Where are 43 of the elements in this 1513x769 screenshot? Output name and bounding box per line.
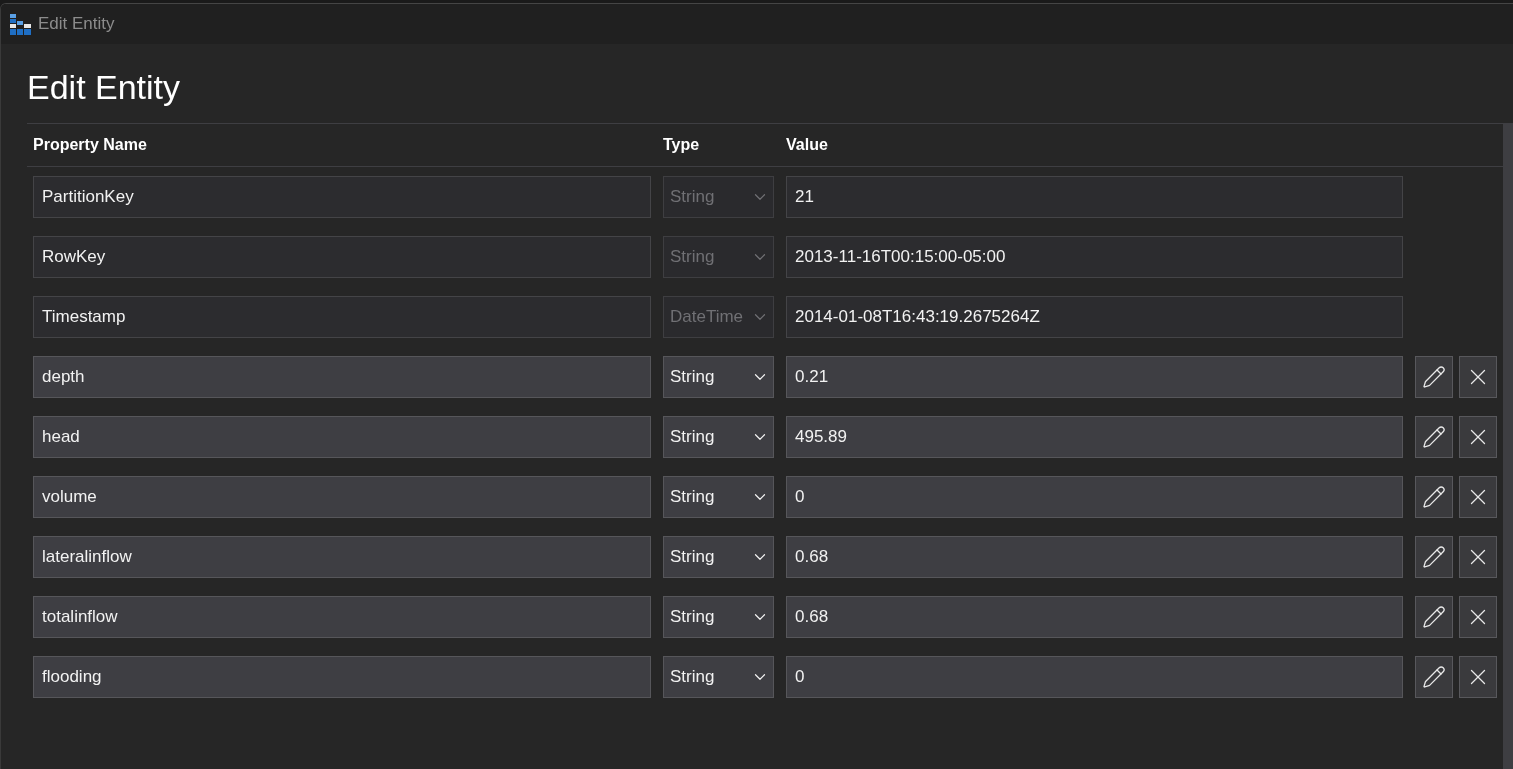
value-field[interactable]: 0.21 (786, 356, 1403, 398)
window-title: Edit Entity (38, 14, 115, 34)
delete-button[interactable] (1459, 596, 1497, 638)
edit-button[interactable] (1415, 356, 1453, 398)
value-field[interactable]: 0.68 (786, 536, 1403, 578)
type-dropdown[interactable]: String (663, 596, 774, 638)
delete-button[interactable] (1459, 476, 1497, 518)
type-dropdown[interactable]: String (663, 476, 774, 518)
type-dropdown[interactable]: String (663, 416, 774, 458)
type-dropdown[interactable]: String (663, 356, 774, 398)
column-header: Value (786, 136, 829, 154)
scrollbar[interactable] (1503, 124, 1513, 769)
edit-button[interactable] (1415, 416, 1453, 458)
value-field[interactable]: 0 (786, 476, 1403, 518)
pencil-icon (1422, 425, 1446, 449)
property-name-field[interactable]: volume (33, 476, 651, 518)
column-header: Property Name (33, 136, 148, 154)
value-field[interactable]: 0.68 (786, 596, 1403, 638)
edit-button[interactable] (1415, 596, 1453, 638)
column-header: Type (663, 136, 701, 154)
dialog-heading: Edit Entity (27, 67, 182, 107)
property-name-field[interactable]: depth (33, 356, 651, 398)
pencil-icon (1422, 605, 1446, 629)
delete-button[interactable] (1459, 416, 1497, 458)
pencil-icon (1422, 365, 1446, 389)
pencil-icon (1422, 665, 1446, 689)
pencil-icon (1422, 545, 1446, 569)
value-field[interactable]: 0 (786, 656, 1403, 698)
property-name-field[interactable]: totalinflow (33, 596, 651, 638)
pencil-icon (1422, 485, 1446, 509)
delete-button[interactable] (1459, 356, 1497, 398)
delete-button[interactable] (1459, 536, 1497, 578)
property-name-field[interactable]: lateralinflow (33, 536, 651, 578)
type-dropdown[interactable]: String (663, 536, 774, 578)
app-icon (10, 13, 31, 35)
value-field[interactable]: 495.89 (786, 416, 1403, 458)
property-name-field[interactable]: flooding (33, 656, 651, 698)
edit-button[interactable] (1415, 656, 1453, 698)
property-name-field[interactable]: head (33, 416, 651, 458)
edit-button[interactable] (1415, 536, 1453, 578)
delete-button[interactable] (1459, 656, 1497, 698)
type-dropdown[interactable]: String (663, 656, 774, 698)
edit-button[interactable] (1415, 476, 1453, 518)
